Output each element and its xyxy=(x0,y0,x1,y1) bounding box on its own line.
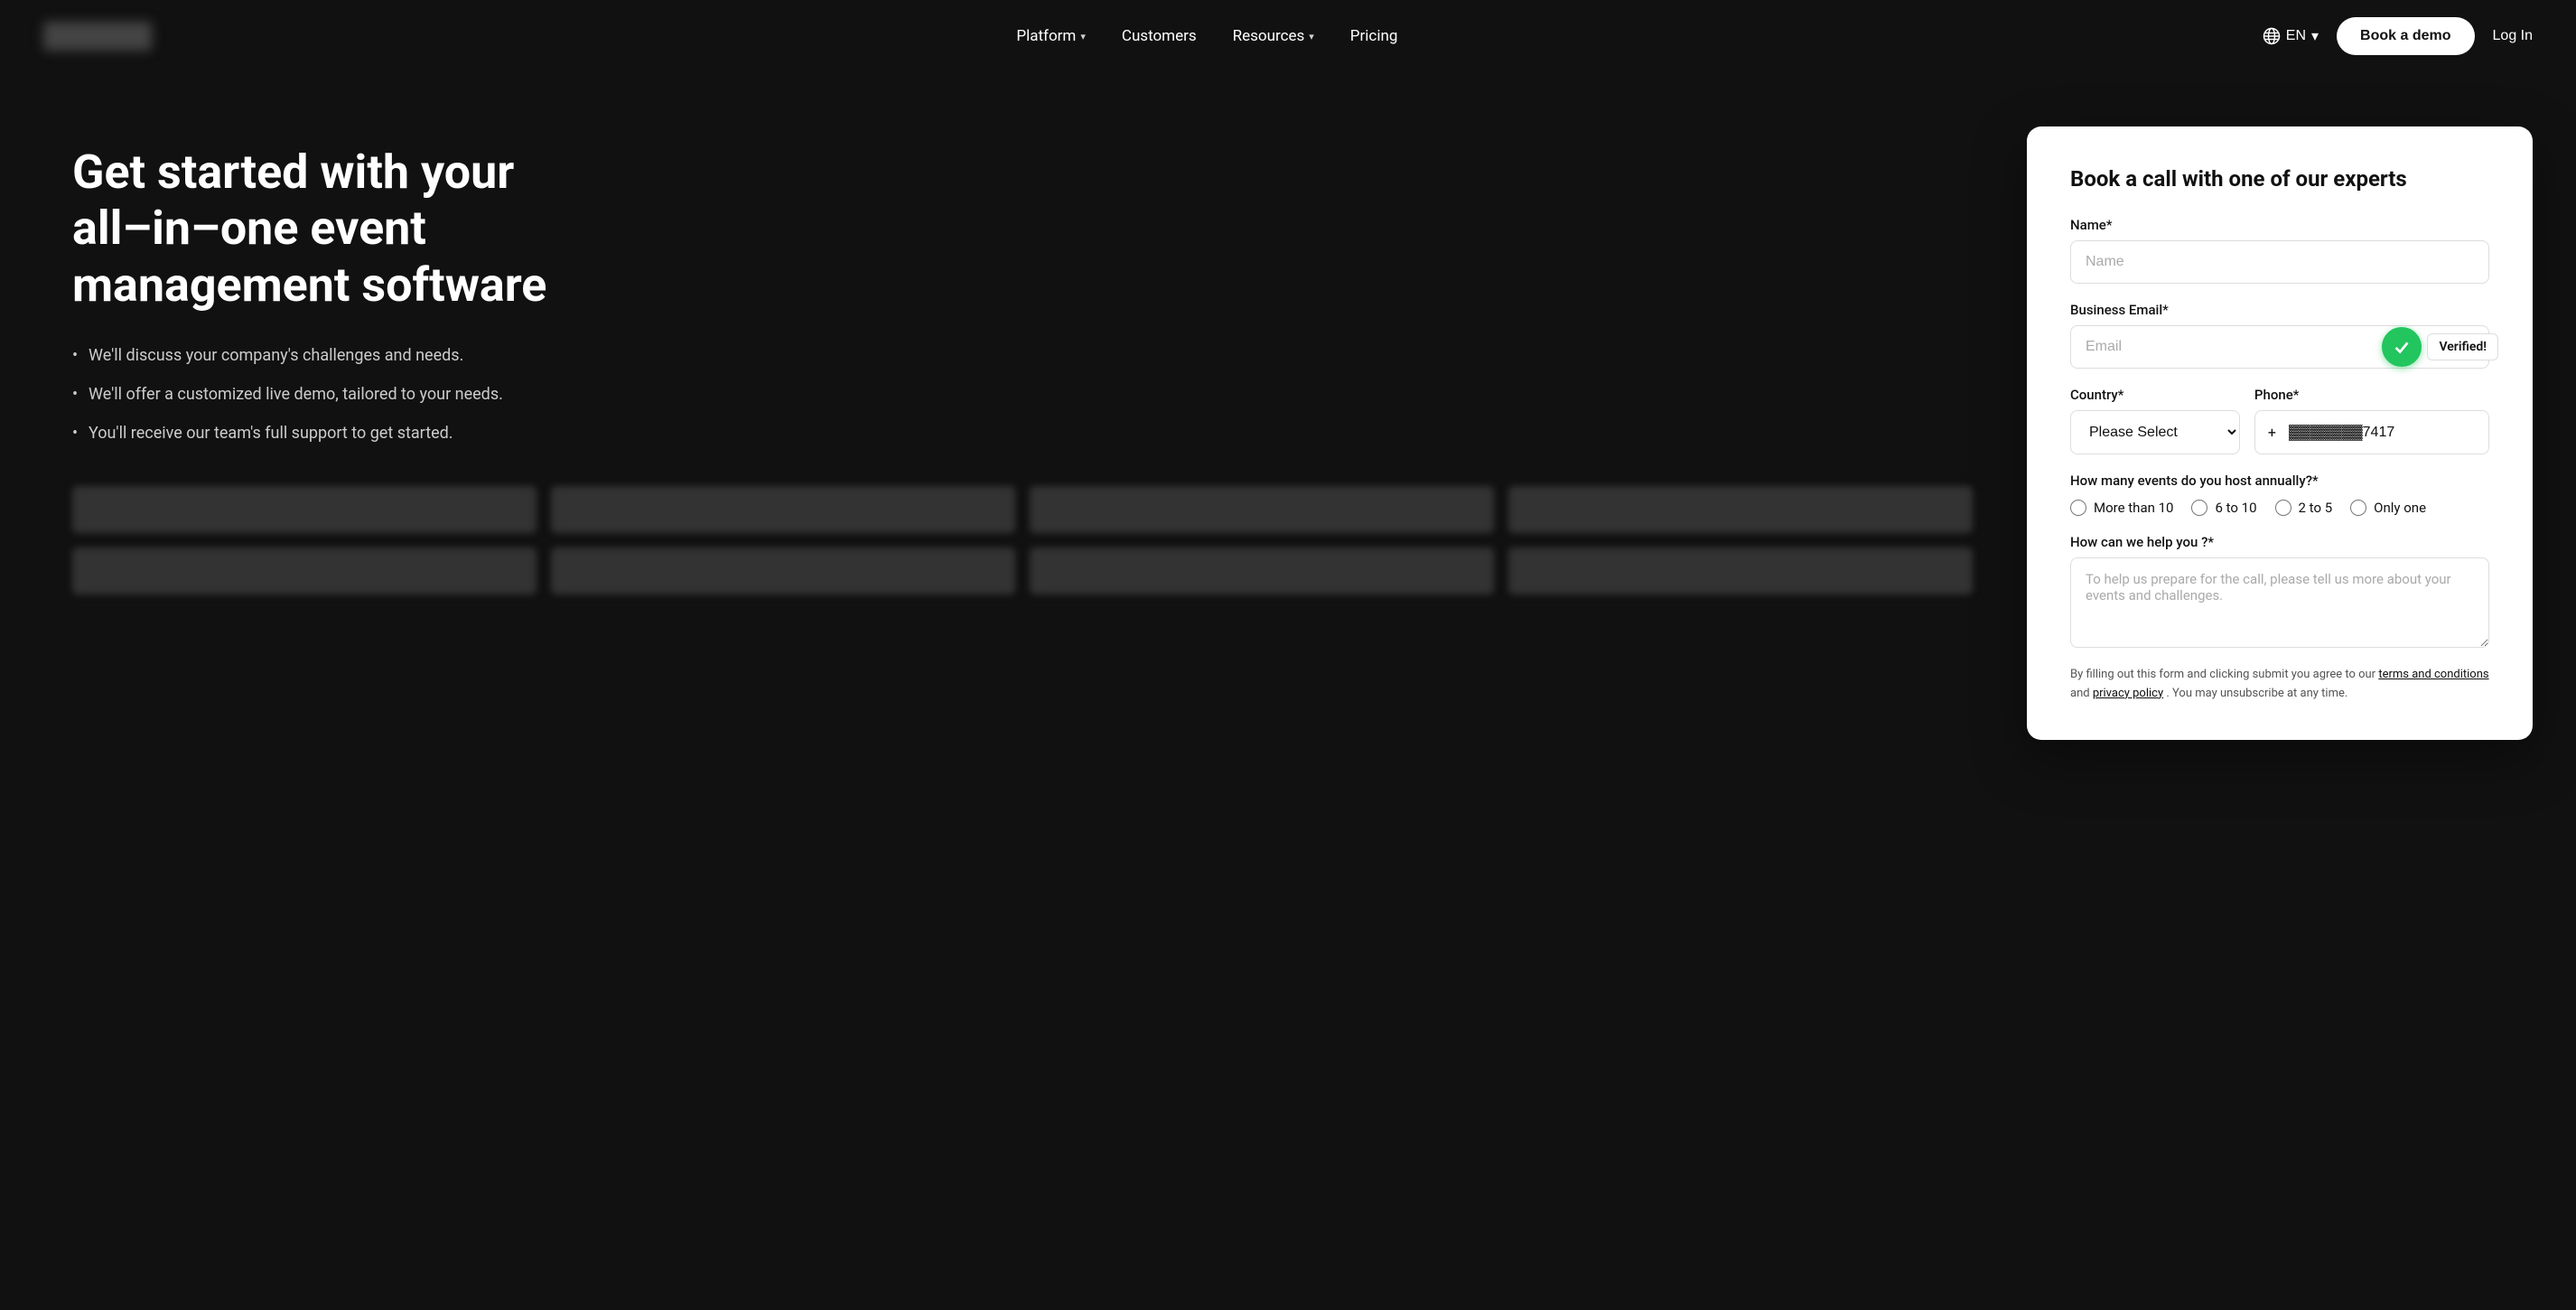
radio-more-than-10[interactable]: More than 10 xyxy=(2070,500,2173,516)
phone-input-wrapper: + xyxy=(2254,410,2489,454)
platform-chevron-icon: ▾ xyxy=(1080,31,1086,42)
name-label: Name* xyxy=(2070,217,2489,233)
nav-resources[interactable]: Resources ▾ xyxy=(1233,27,1314,45)
partner-logo-6 xyxy=(551,547,1015,594)
login-button[interactable]: Log In xyxy=(2493,28,2533,44)
events-radio-group: More than 10 6 to 10 2 to 5 Only one xyxy=(2070,500,2489,516)
globe-icon xyxy=(2263,27,2281,45)
country-group: Country* Please Select xyxy=(2070,387,2240,454)
lang-chevron-icon: ▾ xyxy=(2311,27,2319,45)
language-selector[interactable]: EN ▾ xyxy=(2263,27,2319,45)
left-content: Get started with your all–in–one event m… xyxy=(72,126,1973,594)
phone-label: Phone* xyxy=(2254,387,2489,403)
hero-title: Get started with your all–in–one event m… xyxy=(72,145,596,313)
radio-more-than-10-input[interactable] xyxy=(2070,500,2086,516)
radio-6-to-10-input[interactable] xyxy=(2191,500,2207,516)
verified-badge: Verified! xyxy=(2382,327,2498,367)
partner-logos-row2 xyxy=(72,547,1973,594)
nav-links: Platform ▾ Customers Resources ▾ Pricing xyxy=(1016,27,1397,45)
email-group: Business Email* Verified! xyxy=(2070,302,2489,369)
phone-input[interactable] xyxy=(2285,412,2488,454)
verified-text: Verified! xyxy=(2427,333,2498,360)
phone-prefix: + xyxy=(2255,411,2285,454)
nav-platform[interactable]: Platform ▾ xyxy=(1016,27,1085,45)
partner-logo-7 xyxy=(1030,547,1494,594)
form-card: Book a call with one of our experts Name… xyxy=(2027,126,2533,740)
bullet-list: We'll discuss your company's challenges … xyxy=(72,346,1973,443)
partner-logo-4 xyxy=(1508,486,1973,533)
partner-logo-5 xyxy=(72,547,537,594)
form-title: Book a call with one of our experts xyxy=(2070,166,2489,192)
terms-link[interactable]: terms and conditions xyxy=(2378,668,2488,681)
events-section: How many events do you host annually?* M… xyxy=(2070,473,2489,516)
help-label: How can we help you ?* xyxy=(2070,534,2489,550)
country-label: Country* xyxy=(2070,387,2240,403)
bullet-item-2: We'll offer a customized live demo, tail… xyxy=(72,385,1973,404)
logo xyxy=(43,22,152,51)
main-container: Get started with your all–in–one event m… xyxy=(0,72,2576,1310)
email-wrapper: Verified! xyxy=(2070,325,2489,369)
email-label: Business Email* xyxy=(2070,302,2489,318)
radio-2-to-5-input[interactable] xyxy=(2275,500,2291,516)
phone-group: Phone* + xyxy=(2254,387,2489,454)
nav-customers[interactable]: Customers xyxy=(1122,27,1197,45)
radio-2-to-5[interactable]: 2 to 5 xyxy=(2275,500,2333,516)
verified-check-icon xyxy=(2382,327,2422,367)
help-group: How can we help you ?* xyxy=(2070,534,2489,651)
partner-logos-row1 xyxy=(72,486,1973,533)
bullet-item-3: You'll receive our team's full support t… xyxy=(72,424,1973,443)
country-phone-row: Country* Please Select Phone* + xyxy=(2070,387,2489,454)
partner-logo-8 xyxy=(1508,547,1973,594)
radio-6-to-10[interactable]: 6 to 10 xyxy=(2191,500,2256,516)
bullet-item-1: We'll discuss your company's challenges … xyxy=(72,346,1973,365)
book-demo-button[interactable]: Book a demo xyxy=(2337,17,2474,55)
name-group: Name* xyxy=(2070,217,2489,284)
navbar: Platform ▾ Customers Resources ▾ Pricing xyxy=(0,0,2576,72)
events-label: How many events do you host annually?* xyxy=(2070,473,2489,489)
partner-logo-2 xyxy=(551,486,1015,533)
name-input[interactable] xyxy=(2070,240,2489,284)
radio-only-one[interactable]: Only one xyxy=(2350,500,2426,516)
resources-chevron-icon: ▾ xyxy=(1309,31,1314,42)
radio-only-one-input[interactable] xyxy=(2350,500,2366,516)
nav-right: EN ▾ Book a demo Log In xyxy=(2263,17,2533,55)
form-footer: By filling out this form and clicking su… xyxy=(2070,666,2489,704)
partner-logo-1 xyxy=(72,486,537,533)
help-textarea[interactable] xyxy=(2070,557,2489,648)
privacy-link[interactable]: privacy policy xyxy=(2093,687,2163,700)
country-select[interactable]: Please Select xyxy=(2070,410,2240,454)
partner-logo-3 xyxy=(1030,486,1494,533)
nav-pricing[interactable]: Pricing xyxy=(1350,27,1398,45)
